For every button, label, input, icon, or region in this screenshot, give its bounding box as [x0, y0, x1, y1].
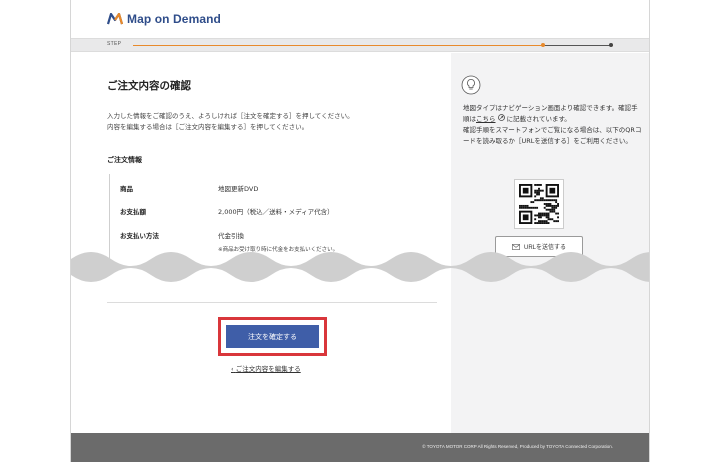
intro-line-2: 内容を編集する場合は［ご注文内容を編集する］を押してください。	[107, 123, 309, 131]
step-current-dot	[541, 43, 545, 47]
edit-order-link-label: ご注文内容を編集する	[235, 365, 301, 373]
intro-text: 入力した情報をご確認のうえ、よろしければ［注文を確定する］を押してください。 内…	[107, 111, 354, 133]
intro-line-1: 入力した情報をご確認のうえ、よろしければ［注文を確定する］を押してください。	[107, 112, 354, 120]
row-label: お支払額	[120, 208, 146, 216]
help-sidebar: 地図タイプはナビゲーション画面より確認できます。確認手順はこちら に記載されてい…	[451, 53, 649, 433]
row-label: お支払い方法	[120, 232, 159, 240]
row-value: 2,000円（税込／送料・メディア代含）	[218, 208, 334, 216]
order-confirmation-panel: ご注文内容の確認 入力した情報をご確認のうえ、よろしければ［注文を確定する］を押…	[71, 53, 451, 433]
page-frame: Map on Demand STEP ご注文内容の確認 入力した情報をご確認のう…	[70, 0, 650, 462]
step-progress-bar: STEP	[71, 38, 649, 52]
logo-text: Map on Demand	[127, 12, 221, 26]
logo[interactable]: Map on Demand	[107, 12, 221, 26]
torn-page-wave-divider	[71, 252, 649, 282]
help-text: 地図タイプはナビゲーション画面より確認できます。確認手順はこちら に記載されてい…	[463, 103, 643, 147]
order-info-heading: ご注文情報	[107, 156, 142, 164]
edit-order-link[interactable]: ‹ ご注文内容を編集する	[231, 363, 301, 373]
confirm-highlight-box: 注文を確定する	[218, 317, 327, 356]
row-label: 商品	[120, 185, 133, 193]
confirm-order-button[interactable]: 注文を確定する	[226, 325, 319, 348]
row-value: 代金引換	[218, 232, 244, 240]
divider	[107, 302, 437, 303]
qr-code-image	[519, 184, 559, 224]
help-text-part-2: に記載されています。	[506, 115, 571, 123]
instructions-link[interactable]: こちら	[476, 115, 496, 123]
step-track-remaining	[543, 45, 611, 46]
row-value: 地図更新DVD	[218, 185, 259, 193]
external-link-icon	[497, 114, 505, 121]
step-label: STEP	[107, 41, 122, 47]
copyright-text: © TOYOTA MOTOR CORP All Rights Reserved,…	[422, 444, 613, 449]
chevron-left-icon: ‹	[231, 365, 234, 373]
help-text-part-3: 確認手順をスマートフォンでご覧になる場合は、以下のQRコードを読み取るか［URL…	[463, 126, 642, 145]
lightbulb-icon	[461, 75, 481, 95]
map-on-demand-logo-icon	[107, 13, 123, 25]
page-title: ご注文内容の確認	[107, 80, 191, 92]
step-final-dot	[609, 43, 613, 47]
header: Map on Demand	[71, 0, 649, 38]
qr-code	[514, 179, 564, 229]
footer: © TOYOTA MOTOR CORP All Rights Reserved,…	[71, 433, 649, 462]
